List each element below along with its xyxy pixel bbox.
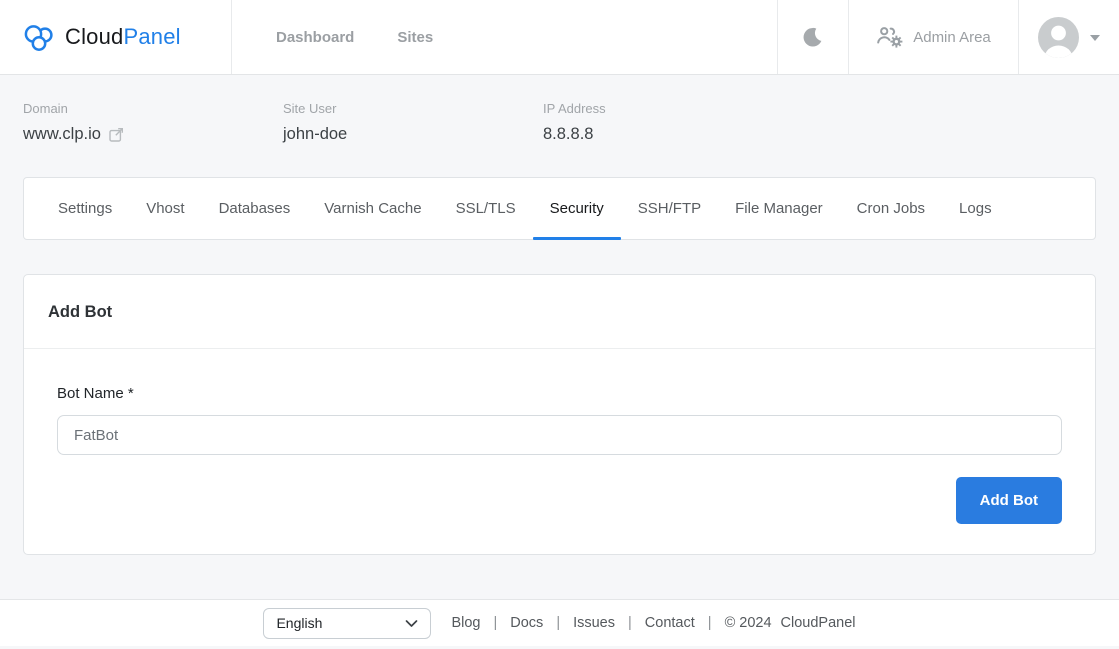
footer-link-docs[interactable]: Docs: [510, 615, 543, 631]
tab-security[interactable]: Security: [533, 178, 621, 239]
footer-separator: |: [708, 615, 712, 631]
nav-item-dashboard[interactable]: Dashboard: [276, 29, 354, 46]
admin-area-label: Admin Area: [913, 29, 991, 46]
users-gear-icon: [876, 25, 904, 49]
user-menu[interactable]: [1018, 0, 1119, 74]
brand-name: CloudPanel: [65, 24, 181, 50]
site-info-bar: Domain www.clp.io Site User john-doe IP …: [0, 75, 1119, 162]
footer-separator: |: [628, 615, 632, 631]
tab-vhost[interactable]: Vhost: [129, 178, 201, 239]
avatar: [1038, 17, 1079, 58]
domain-label: Domain: [23, 101, 283, 116]
chevron-down-icon: [1090, 35, 1100, 41]
copyright: © 2024 CloudPanel: [725, 615, 856, 631]
copyright-year: © 2024: [725, 615, 772, 631]
tab-ssl-tls[interactable]: SSL/TLS: [439, 178, 533, 239]
tab-cron-jobs[interactable]: Cron Jobs: [840, 178, 942, 239]
footer-link-issues[interactable]: Issues: [573, 615, 615, 631]
footer-link-contact[interactable]: Contact: [645, 615, 695, 631]
admin-area-button[interactable]: Admin Area: [848, 0, 1018, 74]
cloud-logo-icon: [22, 22, 56, 53]
site-user-value: john-doe: [283, 125, 543, 144]
tab-varnish-cache[interactable]: Varnish Cache: [307, 178, 438, 239]
footer: English Blog | Docs | Issues | Contact |…: [0, 599, 1119, 646]
top-navbar: CloudPanel Dashboard Sites: [0, 0, 1119, 75]
add-bot-button[interactable]: Add Bot: [956, 477, 1062, 524]
bot-name-input[interactable]: [57, 415, 1062, 455]
add-bot-card-body: Bot Name * Add Bot: [24, 349, 1095, 554]
tab-ssh-ftp[interactable]: SSH/FTP: [621, 178, 718, 239]
tab-logs[interactable]: Logs: [942, 178, 1009, 239]
ip-address-info: IP Address 8.8.8.8: [543, 101, 803, 144]
site-user-info: Site User john-doe: [283, 101, 543, 144]
select-chevron-icon: [405, 619, 418, 628]
moon-icon: [801, 25, 825, 49]
header-spacer: [433, 0, 777, 74]
ip-address-label: IP Address: [543, 101, 803, 116]
site-tabs: Settings Vhost Databases Varnish Cache S…: [23, 177, 1096, 240]
language-selected-value: English: [276, 615, 322, 631]
domain-value: www.clp.io: [23, 125, 101, 144]
footer-links: Blog | Docs | Issues | Contact | © 2024 …: [451, 615, 855, 631]
nav-item-sites[interactable]: Sites: [397, 29, 433, 46]
tab-databases[interactable]: Databases: [202, 178, 308, 239]
brand-logo[interactable]: CloudPanel: [0, 0, 232, 74]
copyright-brand: CloudPanel: [781, 615, 856, 631]
tab-file-manager[interactable]: File Manager: [718, 178, 840, 239]
add-bot-card: Add Bot Bot Name * Add Bot: [23, 274, 1096, 555]
language-select[interactable]: English: [263, 608, 431, 639]
bot-name-label: Bot Name *: [57, 385, 1062, 402]
external-link-icon[interactable]: [109, 127, 124, 142]
dark-mode-toggle[interactable]: [777, 0, 848, 74]
footer-link-blog[interactable]: Blog: [451, 615, 480, 631]
add-bot-card-header: Add Bot: [24, 275, 1095, 349]
site-user-label: Site User: [283, 101, 543, 116]
tab-settings[interactable]: Settings: [41, 178, 129, 239]
ip-address-value: 8.8.8.8: [543, 125, 803, 144]
footer-separator: |: [493, 615, 497, 631]
main-nav: Dashboard Sites: [276, 0, 433, 74]
add-bot-title: Add Bot: [48, 303, 1071, 322]
footer-separator: |: [556, 615, 560, 631]
domain-info: Domain www.clp.io: [23, 101, 283, 144]
